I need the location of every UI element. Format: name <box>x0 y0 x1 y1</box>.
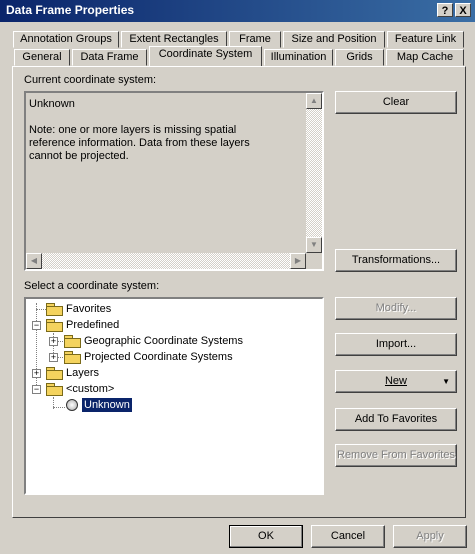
tab-annotation-groups[interactable]: Annotation Groups <box>13 31 119 48</box>
vertical-scrollbar[interactable]: ▲ ▼ <box>306 93 322 253</box>
cancel-button[interactable]: Cancel <box>311 525 385 548</box>
tab-map-cache[interactable]: Map Cache <box>386 49 464 66</box>
current-coordinate-system-label: Current coordinate system: <box>24 74 157 86</box>
expand-icon[interactable]: + <box>49 337 58 346</box>
tab-general[interactable]: General <box>14 49 70 66</box>
note-line-2: reference information. Data from these l… <box>29 137 250 149</box>
tab-coordinate-system[interactable]: Coordinate System <box>149 46 262 66</box>
note-line-1: Note: one or more layers is missing spat… <box>29 124 237 136</box>
transformations-button[interactable]: Transformations... <box>335 249 457 272</box>
select-coordinate-system-label: Select a coordinate system: <box>24 280 160 292</box>
folder-icon <box>46 303 63 316</box>
import-button[interactable]: Import... <box>335 333 457 356</box>
open-folder-icon <box>46 383 63 396</box>
tab-feature-link[interactable]: Feature Link <box>387 31 464 48</box>
remove-from-favorites-button[interactable]: Remove From Favorites <box>335 444 457 467</box>
close-button[interactable]: X <box>455 3 471 17</box>
coordinate-system-tree[interactable]: Favorites − Predefined + Geographic Coor… <box>24 297 324 495</box>
window-title: Data Frame Properties <box>6 3 135 17</box>
globe-icon <box>66 399 78 411</box>
title-bar: Data Frame Properties ? X <box>0 0 475 22</box>
tab-illumination[interactable]: Illumination <box>264 49 333 66</box>
new-button[interactable]: New ▼ <box>335 370 457 393</box>
scroll-down-icon[interactable]: ▼ <box>306 237 322 253</box>
folder-icon <box>46 367 63 380</box>
note-line-3: cannot be projected. <box>29 150 129 162</box>
tab-size-and-position[interactable]: Size and Position <box>283 31 385 48</box>
folder-icon <box>64 335 81 348</box>
current-coordinate-system-name: Unknown <box>29 98 75 110</box>
help-button[interactable]: ? <box>437 3 453 17</box>
ok-button[interactable]: OK <box>229 525 303 548</box>
scrollbar-corner <box>306 253 322 269</box>
clear-button[interactable]: Clear <box>335 91 457 114</box>
new-button-label: New <box>384 375 407 387</box>
collapse-icon[interactable]: − <box>32 321 41 330</box>
apply-button[interactable]: Apply <box>393 525 467 548</box>
expand-icon[interactable]: + <box>49 353 58 362</box>
scroll-left-icon[interactable]: ◀ <box>26 253 42 269</box>
tab-data-frame[interactable]: Data Frame <box>72 49 147 66</box>
current-coordinate-system-box: Unknown Note: one or more layers is miss… <box>24 91 324 271</box>
open-folder-icon <box>46 319 63 332</box>
add-to-favorites-button[interactable]: Add To Favorites <box>335 408 457 431</box>
scroll-up-icon[interactable]: ▲ <box>306 93 322 109</box>
horizontal-scrollbar[interactable]: ◀ ▶ <box>26 253 306 269</box>
folder-icon <box>64 351 81 364</box>
tab-grids[interactable]: Grids <box>335 49 384 66</box>
coordinate-system-panel: Current coordinate system: Unknown Note:… <box>12 66 466 518</box>
scroll-right-icon[interactable]: ▶ <box>290 253 306 269</box>
modify-button[interactable]: Modify... <box>335 297 457 320</box>
collapse-icon[interactable]: − <box>32 385 41 394</box>
dropdown-arrow-icon: ▼ <box>442 377 450 386</box>
expand-icon[interactable]: + <box>32 369 41 378</box>
selected-unknown-label: Unknown <box>81 397 133 413</box>
